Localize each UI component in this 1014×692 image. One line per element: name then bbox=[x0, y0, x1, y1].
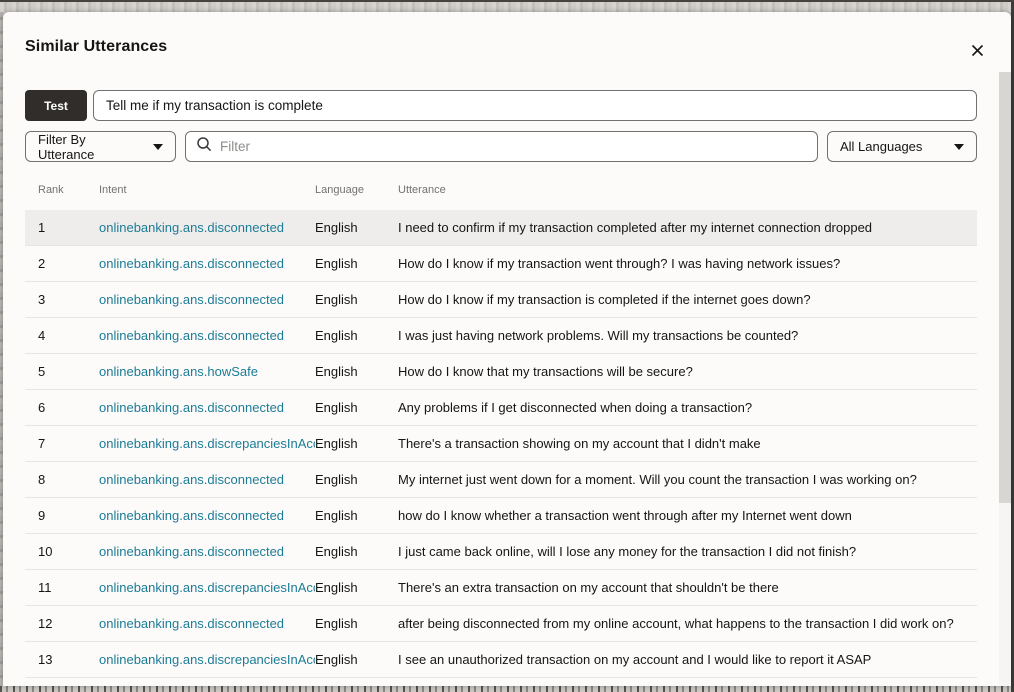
table-row[interactable]: 12 onlinebanking.ans.disconnected Englis… bbox=[25, 606, 977, 642]
language-cell: English bbox=[315, 328, 398, 343]
caret-down-icon bbox=[954, 144, 964, 150]
table-row[interactable]: 13 onlinebanking.ans.discrepanciesInAcc … bbox=[25, 642, 977, 678]
table-row[interactable]: 3 onlinebanking.ans.disconnected English… bbox=[25, 282, 977, 318]
utterance-cell: how do I know whether a transaction went… bbox=[398, 508, 977, 523]
language-cell: English bbox=[315, 508, 398, 523]
close-button[interactable] bbox=[965, 40, 989, 64]
utterance-cell: How do I know if my transaction went thr… bbox=[398, 256, 977, 271]
column-header-rank: Rank bbox=[38, 184, 64, 196]
table-row[interactable]: 5 onlinebanking.ans.howSafe English How … bbox=[25, 354, 977, 390]
language-cell: English bbox=[315, 364, 398, 379]
rank-cell: 4 bbox=[38, 328, 99, 343]
language-cell: English bbox=[315, 256, 398, 271]
column-header-utterance: Utterance bbox=[398, 184, 446, 196]
intent-link[interactable]: onlinebanking.ans.discrepanciesInAcc bbox=[99, 436, 315, 451]
language-filter-value: All Languages bbox=[840, 139, 922, 154]
utterance-cell: There's a transaction showing on my acco… bbox=[398, 436, 977, 451]
table-row[interactable]: 10 onlinebanking.ans.disconnected Englis… bbox=[25, 534, 977, 570]
rank-cell: 3 bbox=[38, 292, 99, 307]
caret-down-icon bbox=[153, 144, 163, 150]
test-button[interactable]: Test bbox=[25, 90, 87, 121]
utterance-cell: I need to confirm if my transaction comp… bbox=[398, 220, 977, 235]
intent-link[interactable]: onlinebanking.ans.disconnected bbox=[99, 400, 315, 415]
table-row[interactable]: 11 onlinebanking.ans.discrepanciesInAcc … bbox=[25, 570, 977, 606]
vertical-scrollbar[interactable] bbox=[999, 72, 1011, 686]
similar-utterances-dialog: Similar Utterances Test Filter By Uttera… bbox=[3, 12, 1011, 686]
table-row[interactable]: 2 onlinebanking.ans.disconnected English… bbox=[25, 246, 977, 282]
intent-link[interactable]: onlinebanking.ans.disconnected bbox=[99, 220, 315, 235]
filter-input[interactable] bbox=[220, 139, 807, 154]
table-row[interactable]: 1 onlinebanking.ans.disconnected English… bbox=[25, 210, 977, 246]
filter-by-utterance-select[interactable]: Filter By Utterance bbox=[25, 131, 176, 162]
table-row[interactable]: 9 onlinebanking.ans.disconnected English… bbox=[25, 498, 977, 534]
filter-bar: Filter By Utterance All Languages bbox=[25, 131, 977, 162]
intent-link[interactable]: onlinebanking.ans.discrepanciesInAcc bbox=[99, 652, 315, 667]
table-row[interactable]: 6 onlinebanking.ans.disconnected English… bbox=[25, 390, 977, 426]
intent-link[interactable]: onlinebanking.ans.disconnected bbox=[99, 256, 315, 271]
intent-link[interactable]: onlinebanking.ans.discrepanciesInAcc bbox=[99, 580, 315, 595]
language-cell: English bbox=[315, 652, 398, 667]
dialog-title: Similar Utterances bbox=[25, 38, 167, 56]
rank-cell: 6 bbox=[38, 400, 99, 415]
language-cell: English bbox=[315, 472, 398, 487]
table-row[interactable]: 8 onlinebanking.ans.disconnected English… bbox=[25, 462, 977, 498]
table-row[interactable]: 4 onlinebanking.ans.disconnected English… bbox=[25, 318, 977, 354]
rank-cell: 1 bbox=[38, 220, 99, 235]
table-row[interactable]: 7 onlinebanking.ans.discrepanciesInAcc E… bbox=[25, 426, 977, 462]
intent-link[interactable]: onlinebanking.ans.howSafe bbox=[99, 364, 315, 379]
rank-cell: 11 bbox=[38, 580, 99, 595]
intent-link[interactable]: onlinebanking.ans.disconnected bbox=[99, 508, 315, 523]
page-edge-top-band bbox=[0, 2, 1011, 12]
rank-cell: 13 bbox=[38, 652, 99, 667]
language-cell: English bbox=[315, 292, 398, 307]
intent-link[interactable]: onlinebanking.ans.disconnected bbox=[99, 616, 315, 631]
filter-by-utterance-value: Filter By Utterance bbox=[38, 132, 143, 162]
rank-cell: 2 bbox=[38, 256, 99, 271]
language-filter-select[interactable]: All Languages bbox=[827, 131, 977, 162]
rank-cell: 7 bbox=[38, 436, 99, 451]
language-cell: English bbox=[315, 616, 398, 631]
rank-cell: 8 bbox=[38, 472, 99, 487]
utterance-cell: after being disconnected from my online … bbox=[398, 616, 977, 631]
rank-cell: 12 bbox=[38, 616, 99, 631]
utterance-cell: How do I know if my transaction is compl… bbox=[398, 292, 977, 307]
intent-link[interactable]: onlinebanking.ans.disconnected bbox=[99, 328, 315, 343]
language-cell: English bbox=[315, 436, 398, 451]
table-header: Rank Intent Language Utterance bbox=[25, 180, 977, 202]
filter-search-box[interactable] bbox=[185, 131, 818, 162]
scrollbar-thumb[interactable] bbox=[999, 72, 1011, 503]
language-cell: English bbox=[315, 544, 398, 559]
intent-link[interactable]: onlinebanking.ans.disconnected bbox=[99, 544, 315, 559]
rank-cell: 5 bbox=[38, 364, 99, 379]
test-utterance-input[interactable] bbox=[93, 90, 977, 121]
language-cell: English bbox=[315, 220, 398, 235]
utterance-cell: My internet just went down for a moment.… bbox=[398, 472, 977, 487]
utterance-cell: There's an extra transaction on my accou… bbox=[398, 580, 977, 595]
search-icon bbox=[196, 136, 212, 157]
rank-cell: 9 bbox=[38, 508, 99, 523]
column-header-intent: Intent bbox=[99, 184, 127, 196]
utterance-cell: Any problems if I get disconnected when … bbox=[398, 400, 977, 415]
language-cell: English bbox=[315, 400, 398, 415]
utterance-cell: How do I know that my transactions will … bbox=[398, 364, 977, 379]
utterance-table: 1 onlinebanking.ans.disconnected English… bbox=[25, 210, 977, 678]
utterance-cell: I was just having network problems. Will… bbox=[398, 328, 977, 343]
utterance-cell: I see an unauthorized transaction on my … bbox=[398, 652, 977, 667]
column-header-language: Language bbox=[315, 184, 364, 196]
page-edge-bottom bbox=[0, 686, 1011, 692]
utterance-cell: I just came back online, will I lose any… bbox=[398, 544, 977, 559]
close-icon bbox=[971, 44, 984, 60]
intent-link[interactable]: onlinebanking.ans.disconnected bbox=[99, 472, 315, 487]
test-bar: Test bbox=[25, 90, 977, 121]
rank-cell: 10 bbox=[38, 544, 99, 559]
intent-link[interactable]: onlinebanking.ans.disconnected bbox=[99, 292, 315, 307]
language-cell: English bbox=[315, 580, 398, 595]
